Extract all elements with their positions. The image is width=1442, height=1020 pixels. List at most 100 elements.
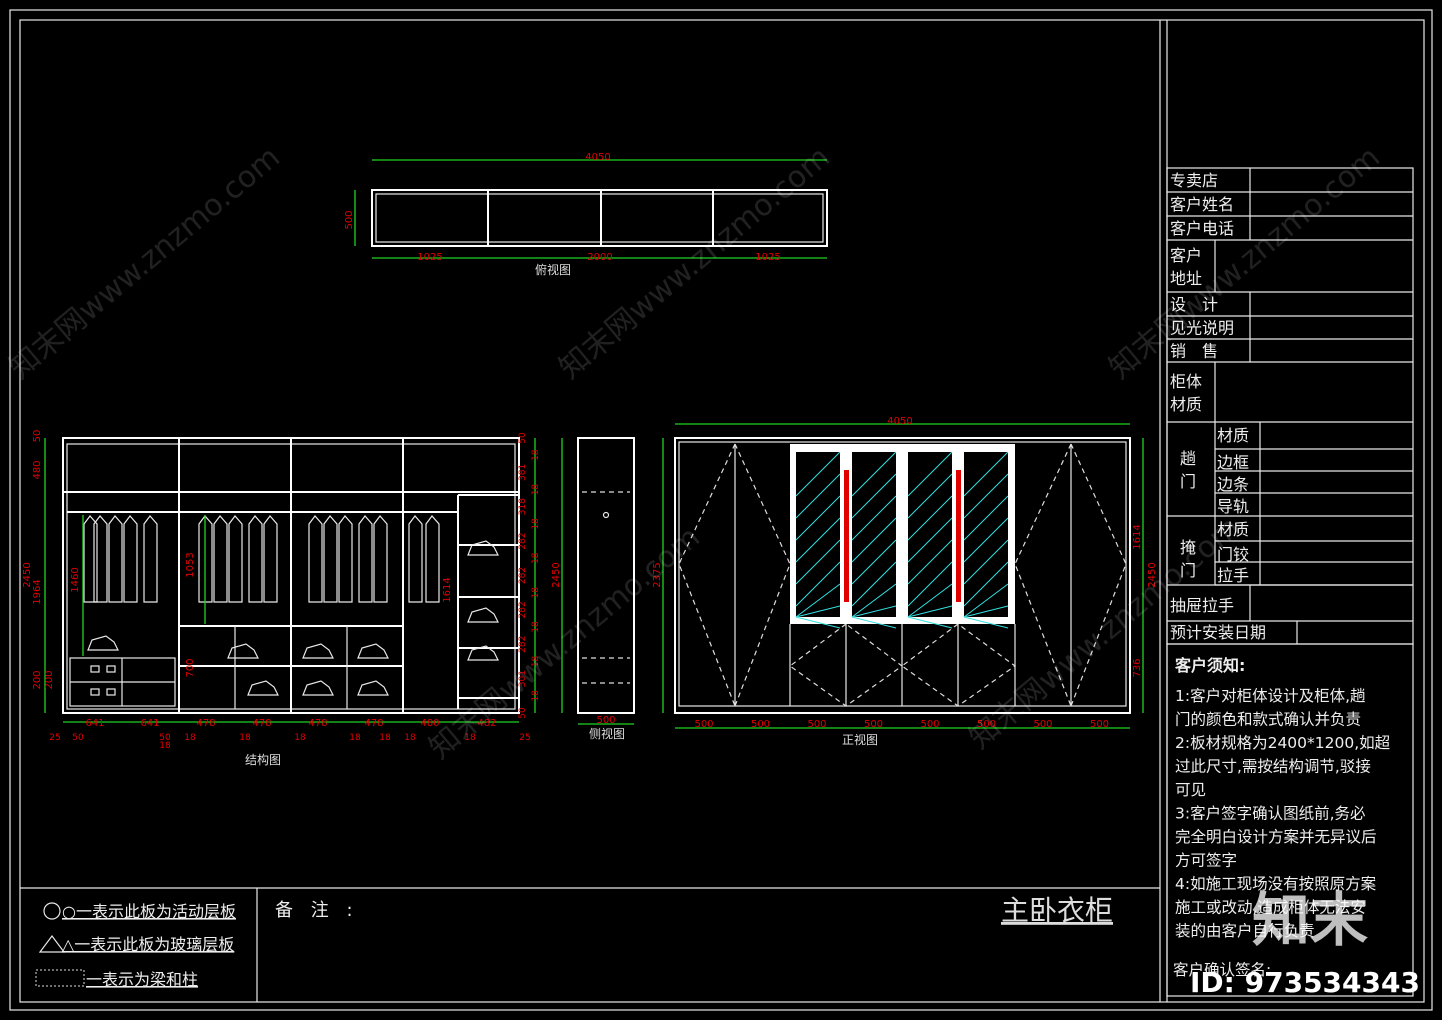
structure-right-dim: 282 — [518, 567, 528, 584]
drawing-title: 主卧衣柜 — [1001, 894, 1113, 927]
folded-clothes-icon — [302, 680, 334, 696]
structure-bottom-dim: 641 — [85, 718, 104, 729]
sliding-door-item: 边条 — [1217, 475, 1249, 494]
garment-icon — [263, 515, 278, 603]
notice-title: 客户须知: — [1175, 656, 1245, 675]
hinged-door-item: 拉手 — [1217, 566, 1249, 585]
front-view: 4050 2375 1614 2450 736 正视图 500 500 500 500… — [652, 416, 1158, 747]
title-block-label: 客户姓名 — [1170, 195, 1234, 214]
side-view-depth-dim: 500 — [596, 715, 615, 726]
cad-drawing: 4050 500 1025 2000 1025 俯视图 结构图 50 480 245… — [3, 9, 1433, 1011]
structure-inner-dim: 1614 — [442, 577, 453, 602]
garment-icon — [143, 515, 158, 603]
notice-line: 2:板材规格为2400*1200,如超 — [1175, 734, 1391, 752]
structure-bottom-dim: 478 — [196, 718, 215, 729]
drawer-handle-icon — [106, 665, 116, 673]
title-block-label: 客户电话 — [1170, 219, 1234, 238]
watermark-id: ID: 973534343 — [1190, 966, 1420, 999]
front-door-dim: 500 — [864, 719, 883, 730]
front-door-dim: 500 — [807, 719, 826, 730]
front-door-dim: 500 — [1090, 719, 1109, 730]
top-view-seg-dim: 1025 — [417, 252, 442, 263]
structure-inner-dim: 1053 — [185, 552, 196, 577]
legend-item: 一表示为梁和柱 — [86, 970, 198, 989]
legend: ○一表示此板为活动层板 △一表示此板为玻璃层板 一表示为梁和柱 — [35, 902, 236, 989]
structure-inner-dim: 1460 — [70, 567, 81, 592]
garment-icon — [248, 515, 263, 603]
structure-inner-dim: 700 — [185, 658, 196, 677]
notice-line: 方可签字 — [1175, 852, 1237, 870]
structure-board-dim: 25 — [49, 733, 60, 743]
structure-left-dim: 50 — [32, 430, 43, 443]
remarks-label: 备 注 : — [275, 900, 359, 921]
svg-text:知末网www.znzmo.com: 知末网www.znzmo.com — [423, 520, 707, 766]
structure-right-dim: 18 — [531, 621, 541, 633]
glass-panel — [852, 452, 896, 617]
front-door-dim: 500 — [920, 719, 939, 730]
structure-right-dim: 282 — [518, 601, 528, 618]
structure-bottom-dim: 478 — [252, 718, 271, 729]
structure-right-dim: 381 — [518, 464, 528, 481]
structure-view-label: 结构图 — [245, 752, 281, 767]
structure-board-dim: 18 — [159, 741, 171, 751]
garment-icon — [123, 515, 138, 603]
structure-board-dim: 18 — [239, 733, 251, 743]
front-view-width-dim: 4050 — [887, 416, 912, 427]
garment-icon — [213, 515, 228, 603]
structure-board-dim: 18 — [294, 733, 306, 743]
structure-bottom-dim: 478 — [364, 718, 383, 729]
top-view-seg-dim: 2000 — [587, 252, 612, 263]
glass-panel — [908, 452, 952, 617]
structure-left-dim: 200 — [32, 670, 43, 689]
folded-clothes-icon — [227, 643, 259, 659]
folded-clothes-icon — [87, 635, 119, 651]
front-view-right-dim: 1614 — [1132, 524, 1143, 549]
garment-icon — [228, 515, 243, 603]
watermark-logo: 知末 — [1252, 886, 1368, 954]
structure-right-dim: 18 — [531, 484, 541, 496]
structure-right-dim: 50 — [518, 707, 528, 719]
title-block-label: 专卖店 — [1170, 171, 1218, 190]
folded-clothes-icon — [357, 643, 389, 659]
front-door-dim: 500 — [1033, 719, 1052, 730]
top-view-seg-dim: 1025 — [755, 252, 780, 263]
front-view-label: 正视图 — [842, 732, 878, 747]
drawer-handle-icon — [90, 688, 100, 696]
structure-board-dim: 18 — [404, 733, 416, 743]
folded-clothes-icon — [302, 643, 334, 659]
watermark: 知末网www.znzmo.com 知末网www.znzmo.com 知末网www… — [3, 140, 1420, 999]
drawer-handle-icon — [90, 665, 100, 673]
structure-right-dim: 18 — [531, 552, 541, 564]
garment-icon — [338, 515, 353, 603]
top-view-width-dim: 4050 — [585, 152, 610, 163]
side-view-height-dim: 2450 — [551, 562, 562, 587]
folded-clothes-icon — [467, 540, 499, 556]
garment-icon — [308, 515, 323, 603]
door-handle-icon — [956, 470, 961, 602]
garment-icon — [93, 515, 108, 603]
garment-icon — [408, 515, 423, 603]
glass-panel — [964, 452, 1008, 617]
notice-line: 门的颜色和款式确认并负责 — [1175, 711, 1361, 729]
structure-bottom-dim: 478 — [308, 718, 327, 729]
legend-item: ○一表示此板为活动层板 — [62, 902, 236, 921]
structure-right-dim: 18 — [531, 518, 541, 530]
door-handle-icon — [844, 470, 849, 602]
notice-line: 可见 — [1175, 781, 1206, 799]
front-view-right-dim: 736 — [1132, 658, 1143, 677]
notice-line: 完全明白设计方案并无异议后 — [1175, 828, 1377, 846]
folded-clothes-icon — [247, 680, 279, 696]
glass-panel — [796, 452, 840, 617]
front-door-dim: 500 — [751, 719, 770, 730]
title-block-label: 柜体材质 — [1170, 372, 1202, 414]
garment-icon — [83, 515, 98, 603]
garment-icon — [373, 515, 388, 603]
garment-icon — [358, 515, 373, 603]
title-block-label: 销 售 — [1170, 342, 1218, 361]
structure-board-dim: 50 — [72, 733, 84, 743]
svg-text:知末网www.znzmo.com: 知末网www.znzmo.com — [3, 140, 287, 386]
structure-right-dim: 282 — [518, 636, 528, 653]
install-date-label: 预计安装日期 — [1170, 623, 1266, 642]
front-door-dim: 500 — [694, 719, 713, 730]
garment-icon — [108, 515, 123, 603]
